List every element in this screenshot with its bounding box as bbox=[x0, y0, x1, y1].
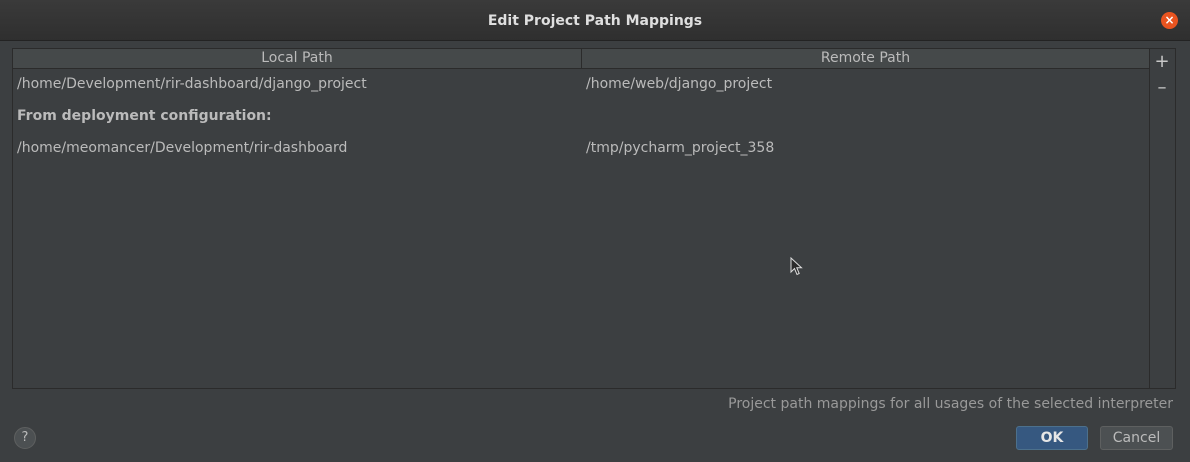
column-header-local-path[interactable]: Local Path bbox=[13, 49, 582, 68]
mouse-cursor-icon bbox=[790, 257, 803, 276]
edit-path-mappings-dialog: Edit Project Path Mappings × Local Path … bbox=[0, 0, 1190, 462]
group-header-row: From deployment configuration: bbox=[13, 101, 1149, 133]
ok-button[interactable]: OK bbox=[1016, 426, 1088, 450]
dialog-title: Edit Project Path Mappings bbox=[487, 13, 703, 29]
close-icon[interactable]: × bbox=[1161, 12, 1178, 29]
hint-text: Project path mappings for all usages of … bbox=[728, 396, 1173, 412]
title-bar: Edit Project Path Mappings × bbox=[0, 0, 1190, 41]
remote-path-cell[interactable]: /tmp/pycharm_project_358 bbox=[582, 133, 1149, 165]
remove-icon[interactable]: – bbox=[1153, 79, 1171, 97]
table-row[interactable]: /home/Development/rir-dashboard/django_p… bbox=[13, 69, 1149, 101]
deployment-group-label: From deployment configuration: bbox=[17, 108, 272, 124]
mappings-table[interactable]: Local Path Remote Path /home/Development… bbox=[12, 48, 1150, 389]
local-path-cell[interactable]: /home/Development/rir-dashboard/django_p… bbox=[13, 69, 582, 101]
table-header: Local Path Remote Path bbox=[13, 49, 1149, 69]
column-header-remote-path[interactable]: Remote Path bbox=[582, 49, 1149, 68]
add-icon[interactable]: + bbox=[1153, 53, 1171, 71]
table-row[interactable]: /home/meomancer/Development/rir-dashboar… bbox=[13, 133, 1149, 165]
table-body: /home/Development/rir-dashboard/django_p… bbox=[13, 69, 1149, 165]
table-toolbar: + – bbox=[1150, 48, 1176, 389]
help-button[interactable]: ? bbox=[14, 427, 36, 449]
cancel-button[interactable]: Cancel bbox=[1100, 426, 1173, 450]
remote-path-cell[interactable]: /home/web/django_project bbox=[582, 69, 1149, 101]
local-path-cell[interactable]: /home/meomancer/Development/rir-dashboar… bbox=[13, 133, 582, 165]
